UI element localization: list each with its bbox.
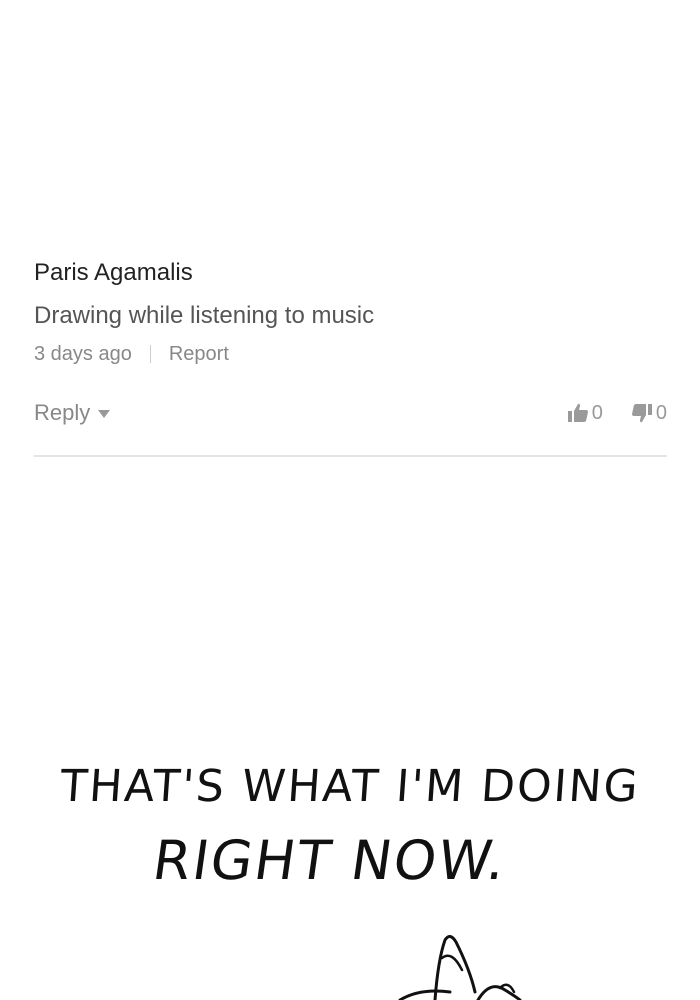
comment-meta: 3 days ago Report: [34, 339, 667, 369]
thumbs-up-icon: [567, 403, 588, 422]
comment-card: Paris Agamalis Drawing while listening t…: [34, 256, 667, 369]
comic-sketch-drawing: [398, 935, 522, 1000]
reply-label: Reply: [34, 400, 91, 425]
report-link[interactable]: Report: [169, 339, 229, 369]
like-count: 0: [591, 402, 603, 424]
comment-timestamp: 3 days ago: [34, 343, 132, 365]
dislike-count: 0: [655, 402, 667, 424]
chevron-down-icon: [98, 410, 111, 418]
meta-separator: [149, 345, 151, 363]
like-button[interactable]: 0: [567, 398, 603, 428]
comic-caption: THAT'S WHAT I'M DOING RIGHT NOW.: [0, 750, 700, 898]
caption-line-1: THAT'S WHAT I'M DOING: [58, 761, 642, 812]
thumbs-down-icon: [631, 404, 652, 423]
dislike-button[interactable]: 0: [631, 398, 667, 428]
comment-text: Drawing while listening to music: [34, 302, 375, 329]
reply-button[interactable]: Reply: [34, 396, 111, 430]
comment-actions: Reply 0 0: [34, 396, 667, 430]
comment-author[interactable]: Paris Agamalis: [34, 256, 667, 290]
vote-group: 0 0: [567, 398, 667, 428]
comment-divider: [34, 455, 667, 457]
caption-line-2: RIGHT NOW.: [148, 829, 512, 892]
